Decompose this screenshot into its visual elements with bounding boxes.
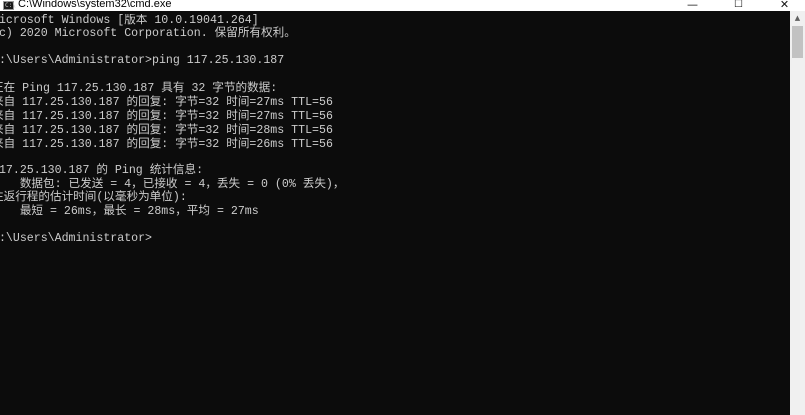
cmd-app-icon-glyph: C:\ <box>5 2 16 9</box>
cmd-app-icon[interactable]: C:\ <box>3 1 16 10</box>
console-line: (c) 2020 Microsoft Corporation. 保留所有权利。 <box>0 27 296 40</box>
console-line: 来自 117.25.130.187 的回复: 字节=32 时间=27ms TTL… <box>0 96 333 109</box>
console-line: Microsoft Windows [版本 10.0.19041.264] <box>0 14 259 27</box>
close-button[interactable]: ✕ <box>762 0 805 11</box>
console-prompt: C:\Users\Administrator> <box>0 232 153 245</box>
console-line: 最短 = 26ms，最长 = 28ms，平均 = 27ms <box>0 205 259 218</box>
window-title: C:\Windows\system32\cmd.exe <box>18 0 172 10</box>
vertical-scrollbar[interactable]: ▲ <box>790 11 805 415</box>
cmd-window: C:\ C:\Windows\system32\cmd.exe — ☐ ✕ Mi… <box>0 0 805 415</box>
console-line: 来自 117.25.130.187 的回复: 字节=32 时间=26ms TTL… <box>0 138 333 151</box>
console-line: 正在 Ping 117.25.130.187 具有 32 字节的数据: <box>0 82 278 95</box>
console-output[interactable]: Microsoft Windows [版本 10.0.19041.264] (c… <box>0 14 790 415</box>
minimize-button[interactable]: — <box>670 0 715 11</box>
scroll-thumb[interactable] <box>792 26 803 58</box>
title-bar[interactable]: C:\ C:\Windows\system32\cmd.exe — ☐ ✕ <box>0 0 805 11</box>
console-line: 来自 117.25.130.187 的回复: 字节=32 时间=28ms TTL… <box>0 124 333 137</box>
maximize-button[interactable]: ☐ <box>716 0 761 11</box>
console-line: 117.25.130.187 的 Ping 统计信息: <box>0 164 204 177</box>
console-line: C:\Users\Administrator>ping 117.25.130.1… <box>0 54 285 67</box>
console-line: 往返行程的估计时间(以毫秒为单位): <box>0 191 187 204</box>
console-line: 来自 117.25.130.187 的回复: 字节=32 时间=27ms TTL… <box>0 110 333 123</box>
scroll-up-arrow-icon[interactable]: ▲ <box>790 11 805 25</box>
console-line: 数据包: 已发送 = 4，已接收 = 4，丢失 = 0 (0% 丢失)， <box>0 178 345 191</box>
